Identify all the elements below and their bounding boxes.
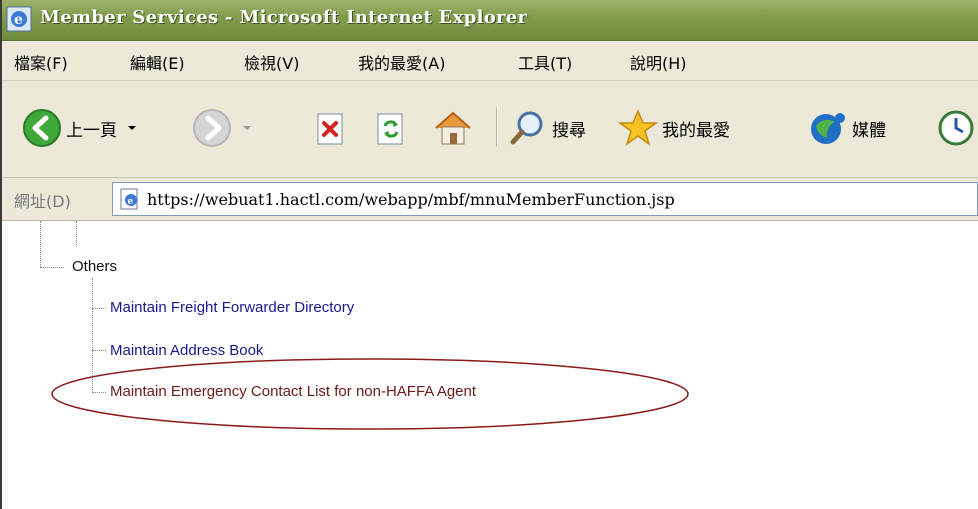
tree-connector xyxy=(92,350,106,351)
search-button[interactable]: 搜尋 xyxy=(508,108,586,148)
forward-button[interactable] xyxy=(192,108,254,148)
address-bar: 網址(D) e https://webuat1.hactl.com/webapp… xyxy=(2,178,978,221)
menu-view[interactable]: 檢視(V) xyxy=(244,50,299,74)
svg-text:e: e xyxy=(14,12,23,28)
stop-icon xyxy=(317,113,343,145)
menu-tools[interactable]: 工具(T) xyxy=(518,50,572,74)
page-content: Others Maintain Freight Forwarder Direct… xyxy=(2,221,978,509)
stop-button[interactable] xyxy=(314,112,348,146)
browser-window: e Member Services - Microsoft Internet E… xyxy=(0,0,978,509)
toolbar: 上一頁 搜尋 我的最愛 媒體 xyxy=(2,81,978,178)
svg-text:e: e xyxy=(128,197,134,207)
menu-edit[interactable]: 編輯(E) xyxy=(130,50,185,74)
favorites-button[interactable]: 我的最愛 xyxy=(618,108,730,148)
page-icon: e xyxy=(120,188,138,210)
address-label: 網址(D) xyxy=(14,192,71,211)
history-icon xyxy=(938,110,974,146)
menu-file[interactable]: 檔案(F) xyxy=(14,50,68,74)
tree-connector xyxy=(92,308,106,309)
favorites-label: 我的最愛 xyxy=(662,120,730,141)
highlight-ellipse xyxy=(51,358,689,430)
star-icon xyxy=(618,109,658,146)
ie-logo-icon: e xyxy=(6,6,32,32)
address-url: https://webuat1.hactl.com/webapp/mbf/mnu… xyxy=(147,190,675,209)
menu-help[interactable]: 說明(H) xyxy=(630,50,687,74)
title-bar[interactable]: e Member Services - Microsoft Internet E… xyxy=(2,0,978,41)
back-dropdown-icon[interactable] xyxy=(125,121,139,135)
tree-connector xyxy=(40,221,41,267)
address-input[interactable]: e https://webuat1.hactl.com/webapp/mbf/m… xyxy=(112,182,978,216)
tree-group-others: Others xyxy=(72,258,118,275)
back-button[interactable]: 上一頁 xyxy=(22,108,139,148)
link-freight-forwarder-directory[interactable]: Maintain Freight Forwarder Directory xyxy=(110,299,354,316)
menu-favorites[interactable]: 我的最愛(A) xyxy=(358,50,445,74)
media-button[interactable]: 媒體 xyxy=(808,108,886,148)
back-label: 上一頁 xyxy=(66,120,117,141)
forward-dropdown-icon[interactable] xyxy=(240,121,254,135)
media-label: 媒體 xyxy=(852,120,886,141)
search-icon xyxy=(510,111,543,145)
toolbar-separator xyxy=(496,107,498,147)
refresh-button[interactable] xyxy=(374,112,408,146)
refresh-icon xyxy=(377,113,403,145)
tree-connector xyxy=(76,221,77,245)
home-button[interactable] xyxy=(432,108,474,148)
window-title: Member Services - Microsoft Internet Exp… xyxy=(40,7,528,28)
forward-arrow-icon xyxy=(193,109,231,147)
media-icon xyxy=(811,113,845,144)
home-icon xyxy=(435,111,471,145)
menu-bar: 檔案(F) 編輯(E) 檢視(V) 我的最愛(A) 工具(T) 說明(H) xyxy=(2,41,978,81)
tree-connector xyxy=(40,267,64,268)
history-button[interactable] xyxy=(936,108,976,148)
search-label: 搜尋 xyxy=(552,120,586,141)
back-arrow-icon xyxy=(23,109,61,147)
